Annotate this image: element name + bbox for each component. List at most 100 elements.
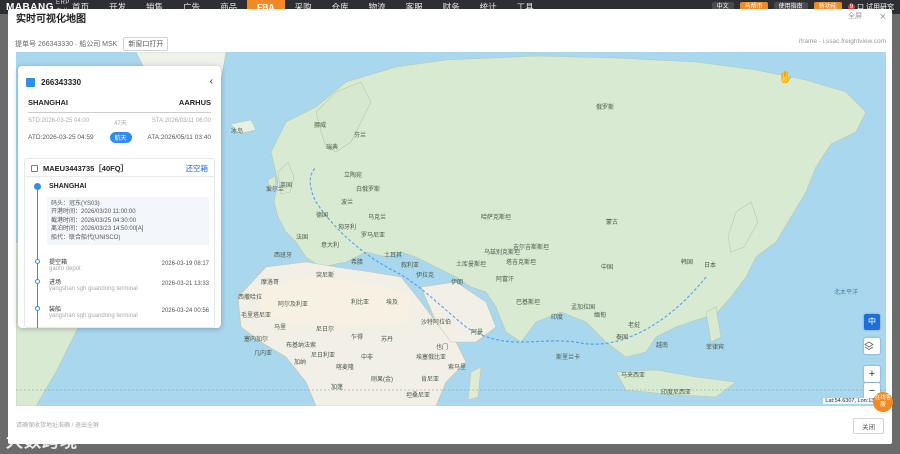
tracking-header: 266343330 [26,78,81,87]
map-label-kazakhstan: 哈萨克斯坦 [481,215,512,221]
container-card: MAEU3443735［40FQ］ 还空箱 SHANGHAI 码头：冠东(YS0… [24,158,215,328]
landmass-madagascar [467,366,482,401]
map-label-india: 印度 [551,315,564,321]
detail-line: 开港时间：2026/03/20 11:00:00 [51,209,136,216]
map-label-bangladesh: 孟加拉国 [571,305,596,311]
map-label-ethiopia: 埃塞俄比亚 [416,355,447,361]
origin-port: SHANGHAI [28,98,69,107]
modal-title: 实时可视化地图 [16,14,86,25]
map-label-thailand: 泰国 [616,335,629,341]
map-label-guinea: 几内亚 [254,351,273,357]
map-label-japan: 日本 [704,263,717,269]
map-label-algeria: 阿尔及利亚 [278,302,309,308]
map-label-libya: 利比亚 [351,300,370,306]
shipment-info-row: 提单号 266343330 · 船公司 MSK 新窗口打开 [15,37,169,51]
sta-time: STA:2026/03/11 06:00 [151,118,211,124]
map-label-drc: 刚果(金) [371,377,393,383]
event-time: 2026-03-24 00:56 [161,308,209,314]
layers-icon[interactable] [864,338,880,354]
map-label-china: 中国 [601,265,614,271]
online-service-badge[interactable]: 在线客服 [873,392,893,412]
return-empty-link[interactable]: 还空箱 [186,163,209,174]
timeline-dot-port [34,183,41,190]
map-label-turkmenistan: 土库曼斯坦 [456,262,487,268]
map-label-gabon: 加蓬 [331,385,344,391]
map-label-niger: 尼日尔 [316,327,335,333]
map-label-egypt: 埃及 [386,300,399,306]
map-label-russia: 俄罗斯 [596,105,615,111]
map-modal: 实时可视化地图 全屏 × 提单号 266343330 · 船公司 MSK 新窗口… [8,9,892,444]
map-label-iceland: 冰岛 [231,129,244,135]
map-label-afghanistan: 阿富汗 [496,277,515,283]
shipment-info: 提单号 266343330 · 船公司 MSK [15,41,118,48]
map-label-burkina: 布基纳法索 [286,343,317,349]
timeline-port: SHANGHAI [49,183,87,190]
map-label-belarus: 白俄罗斯 [356,187,381,193]
map-label-sweden: 瑞典 [326,145,339,151]
transit-duration: 47天 [114,121,127,127]
map-label-car: 中非 [361,355,374,361]
map-label-tajikistan: 塔吉克斯坦 [506,260,537,266]
modal-close-button[interactable]: 关闭 [853,418,884,434]
timeline-event: 提空箱 gaotu depot 2026-03-19 08:17 [49,257,209,272]
hand-cursor-icon: ✋ [778,70,793,84]
map-label-spain: 西班牙 [274,253,293,259]
std-time: STD:2026-03-25 04:00 [28,118,90,124]
map-label-laos: 老挝 [628,323,641,329]
map-label-mali: 马里 [274,325,287,331]
map-label-yemen: 也门 [436,345,449,351]
map-label-poland: 波兰 [341,200,354,206]
new-window-button[interactable]: 新窗口打开 [123,37,169,51]
map-language-button[interactable]: 中 [864,314,880,330]
map-label-greece: 希腊 [351,260,364,266]
watermark: 大数跨境 [6,432,78,451]
timeline-event: 装船 yangshan sgh guandong terminal 2026-0… [49,304,209,319]
route-ports: SHANGHAI AARHUS [28,98,211,107]
detail-line: 截港时间：2026/03/25 04:30:00 [51,217,137,224]
map-label-pakistan: 巴基斯坦 [516,300,541,306]
map-label-ghana: 加纳 [294,360,307,366]
map-label-korea: 韩国 [681,260,694,266]
ata-time: ATA:2026/05/11 03:40 [147,134,211,141]
status-badge: 航天 [109,132,132,143]
map-label-western-sahara: 西撒哈拉 [238,295,263,301]
landmass-philippines [705,306,722,343]
fullscreen-button[interactable]: 全屏 [848,11,862,21]
map-label-ireland: 爱尔兰 [266,187,285,193]
map-label-mauritania: 毛里塔尼亚 [241,313,272,319]
container-divider [25,176,214,177]
event-time: 2026-03-21 13:33 [161,281,209,287]
map-label-oman: 阿曼 [471,330,484,336]
detail-line: 码头：冠东(YS03) [51,201,100,207]
map-label-myanmar: 缅甸 [594,313,607,319]
bl-number: 266343330 [41,78,82,87]
collapse-panel-icon[interactable]: ‹ [210,76,213,87]
ship-icon [26,78,35,87]
map-label-tunisia: 突尼斯 [316,273,335,279]
zoom-in-button[interactable]: + [864,366,880,382]
detail-line: 离泊时间：2026/03/23 14:50:00[A] [51,226,144,233]
iframe-source-label: iframe - i.ssac.freightview.com [798,38,886,45]
map-label-turkey: 土耳其 [384,253,403,259]
map-label-somalia: 索马里 [448,365,467,371]
map-label-kyrgyzstan: 吉尔吉斯斯坦 [513,245,550,251]
map-label-nigeria: 尼日利亚 [311,353,336,359]
timeline-dot-event [35,259,40,264]
map-label-chad: 乍得 [351,335,364,341]
map-label-mongolia: 蒙古 [606,220,619,226]
scheduled-times: STD:2026-03-25 04:00 47天 STA:2026/03/11 … [28,118,211,127]
timeline-dot-event [35,306,40,311]
timeline-dot-event [35,279,40,284]
map-label-senegal: 塞内加尔 [244,337,269,343]
map-label-morocco: 摩洛哥 [261,280,280,286]
map-label-north-pacific: 北太平洋 [834,290,859,296]
map-label-cameroon: 喀麦隆 [336,365,355,371]
map-label-lithuania: 立陶宛 [344,173,363,179]
map-label-france: 法国 [296,235,309,241]
route-divider [28,112,211,113]
container-number: MAEU3443735［40FQ］ [43,164,129,173]
map-label-romania: 罗马尼亚 [361,233,386,239]
port-detail-box: 码头：冠东(YS03) 开港时间：2026/03/20 11:00:00 截港时… [47,197,209,246]
close-icon[interactable]: × [880,11,886,23]
event-time: 2026-03-19 08:17 [161,261,209,267]
